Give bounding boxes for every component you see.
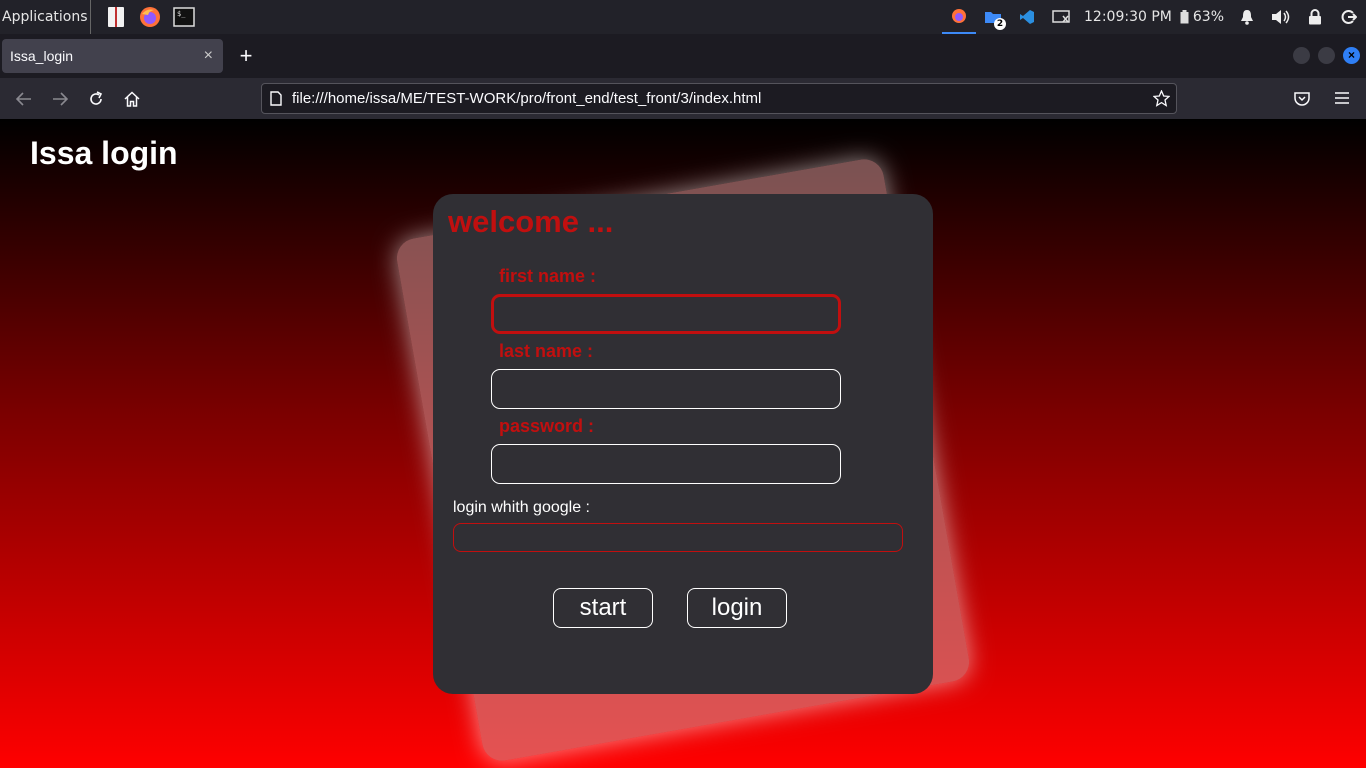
minimize-button[interactable] [1293, 47, 1310, 64]
tab-issa-login[interactable]: Issa_login × [2, 39, 223, 73]
hamburger-menu-icon[interactable] [1324, 83, 1360, 113]
page-icon [270, 91, 282, 106]
notification-bell-icon[interactable] [1230, 0, 1264, 34]
first-name-input[interactable] [491, 294, 841, 334]
login-button[interactable]: login [687, 588, 787, 628]
google-login-input[interactable] [453, 523, 903, 552]
folder-task-icon[interactable]: 2 [976, 0, 1010, 34]
screen-record-icon[interactable] [1044, 0, 1078, 34]
url-bar[interactable]: file:///home/issa/ME/TEST-WORK/pro/front… [261, 83, 1177, 114]
password-label: password : [499, 416, 595, 436]
bookmark-star-icon[interactable] [1146, 90, 1176, 107]
password-input[interactable] [491, 444, 841, 484]
forward-arrow-icon[interactable] [42, 84, 78, 114]
os-taskbar: Applications $_ 2 12:09:30 PM 63% [0, 0, 1366, 34]
new-tab-button[interactable]: + [229, 39, 263, 73]
last-name-label: last name : [499, 341, 594, 361]
nav-right-tools [1284, 83, 1360, 113]
window-close-button[interactable]: × [1343, 47, 1360, 64]
url-text: file:///home/issa/ME/TEST-WORK/pro/front… [292, 90, 762, 107]
battery-icon [1180, 10, 1189, 24]
maximize-button[interactable] [1318, 47, 1335, 64]
task-count-badge: 2 [994, 18, 1007, 30]
logout-icon[interactable] [1332, 0, 1366, 34]
svg-text:$_: $_ [177, 10, 186, 18]
battery-indicator[interactable]: 63% [1178, 9, 1230, 25]
applications-menu[interactable]: Applications [0, 0, 91, 34]
first-name-label: first name : [499, 266, 597, 286]
window-controls: × [1293, 47, 1360, 64]
google-login-label: login whith google : [453, 499, 590, 516]
terminal-icon[interactable]: $_ [167, 0, 201, 34]
home-icon[interactable] [114, 84, 150, 114]
vscode-task-icon[interactable] [1010, 0, 1044, 34]
back-arrow-icon[interactable] [6, 84, 42, 114]
browser-nav-bar: file:///home/issa/ME/TEST-WORK/pro/front… [0, 78, 1366, 119]
last-name-input[interactable] [491, 369, 841, 409]
files-icon[interactable] [99, 0, 133, 34]
clock[interactable]: 12:09:30 PM [1078, 9, 1178, 25]
login-card: welcome ... first name : last name : pas… [433, 194, 933, 694]
reload-icon[interactable] [78, 84, 114, 114]
lock-icon[interactable] [1298, 0, 1332, 34]
pocket-icon[interactable] [1284, 83, 1320, 113]
battery-percent: 63% [1192, 9, 1224, 25]
firefox-icon[interactable] [133, 0, 167, 34]
system-tray: 2 12:09:30 PM 63% [942, 0, 1366, 34]
tab-title: Issa_login [10, 48, 74, 64]
firefox-task-icon[interactable] [942, 0, 977, 34]
tab-close-icon[interactable]: × [204, 47, 213, 65]
start-button[interactable]: start [553, 588, 653, 628]
browser-tab-strip: Issa_login × + × [0, 34, 1366, 78]
welcome-heading: welcome ... [448, 204, 614, 239]
page-viewport: Issa login welcome ... first name : last… [0, 119, 1366, 768]
volume-icon[interactable] [1264, 0, 1298, 34]
page-title: Issa login [30, 135, 178, 171]
